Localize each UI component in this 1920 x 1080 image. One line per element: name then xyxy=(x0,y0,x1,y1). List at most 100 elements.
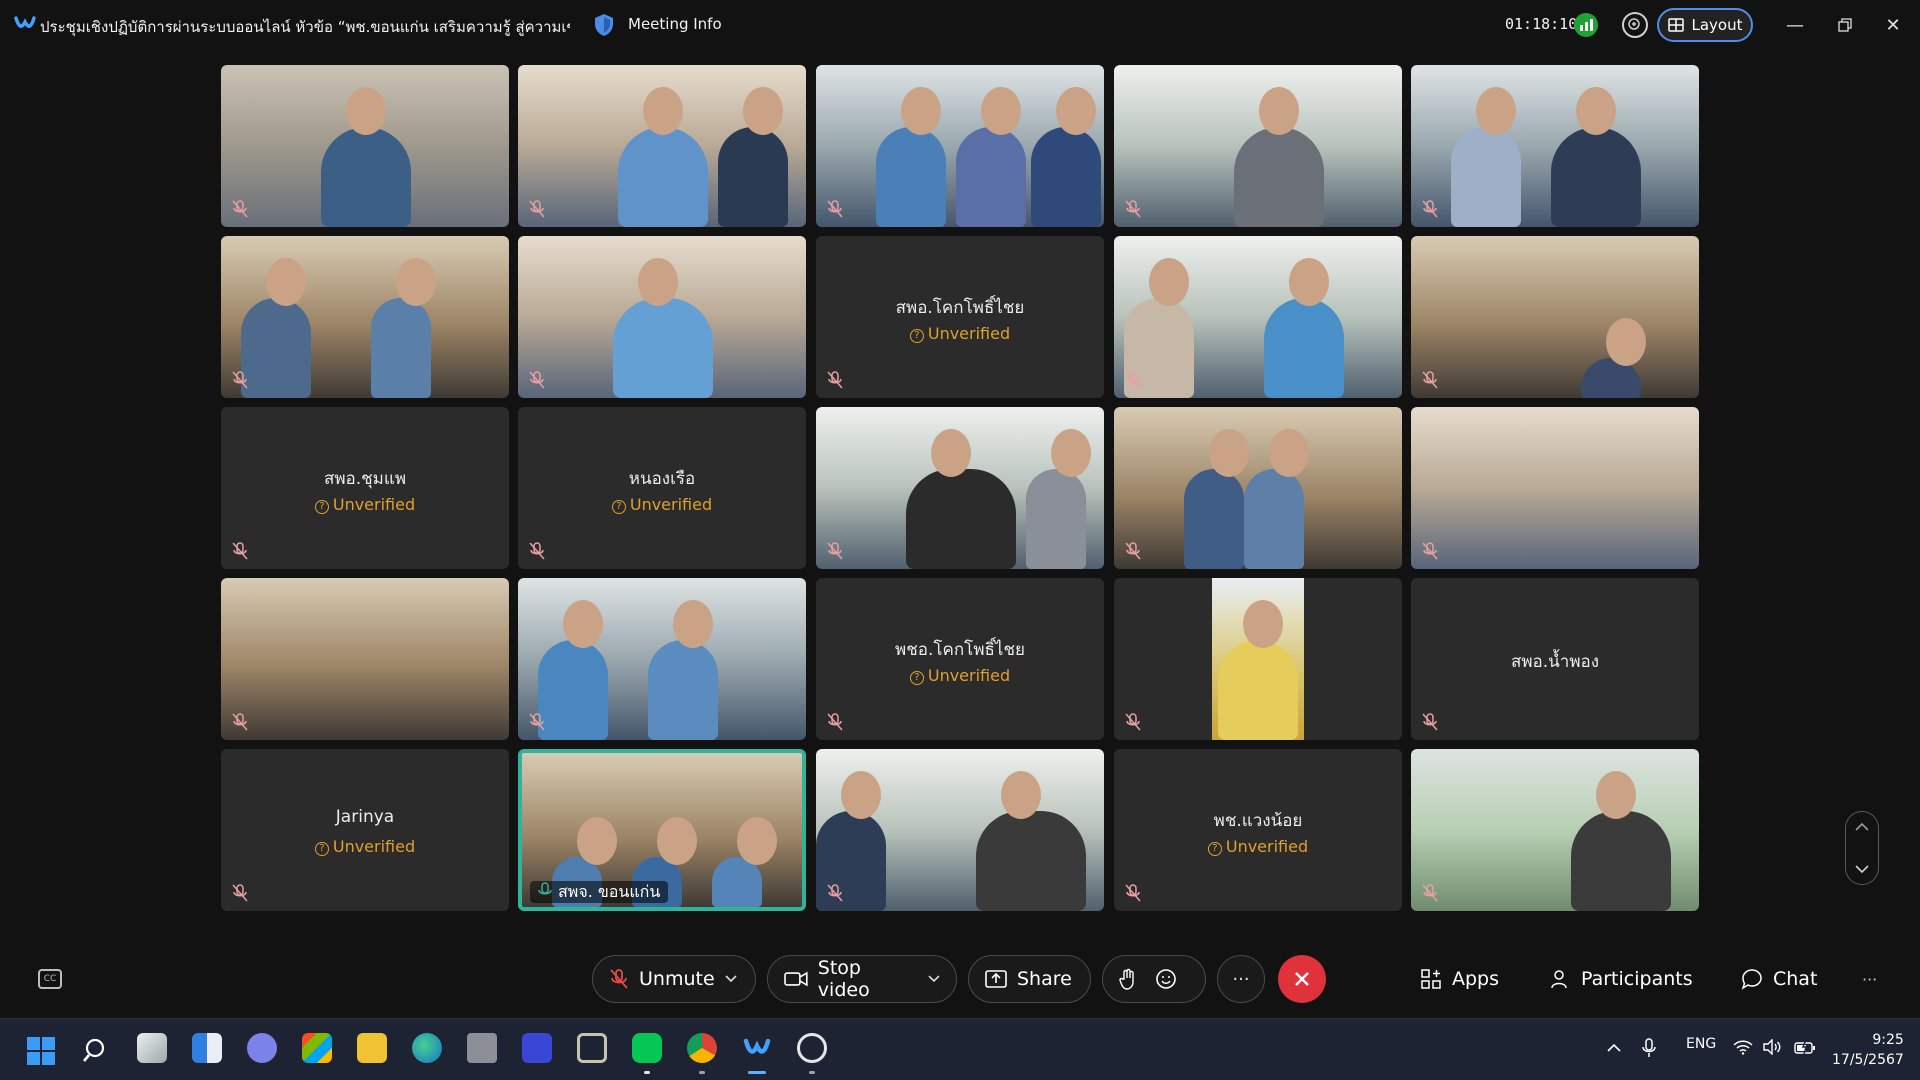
muted-mic-icon xyxy=(232,884,248,902)
teams-chat-icon[interactable] xyxy=(247,1033,277,1063)
muted-mic-icon xyxy=(827,200,843,218)
layout-button[interactable]: Layout xyxy=(1657,8,1753,42)
participant-tile[interactable] xyxy=(518,578,806,740)
chrome-browser-icon[interactable] xyxy=(687,1033,717,1063)
participant-tile[interactable] xyxy=(221,236,509,398)
participant-tile[interactable] xyxy=(1114,65,1402,227)
widgets-icon[interactable] xyxy=(192,1033,222,1063)
share-screen-icon xyxy=(985,970,1007,988)
unmute-button[interactable]: Unmute xyxy=(592,955,756,1003)
participants-button[interactable]: Participants xyxy=(1549,960,1693,998)
participant-tile[interactable]: สพอ.น้ำพอง xyxy=(1411,578,1699,740)
participant-tile[interactable] xyxy=(221,578,509,740)
share-label: Share xyxy=(1017,968,1072,990)
clock-date: 17/5/2567 xyxy=(1832,1052,1904,1068)
battery-icon[interactable] xyxy=(1794,1039,1816,1055)
participant-tile[interactable] xyxy=(221,65,509,227)
closed-captions-icon[interactable]: CC xyxy=(38,969,62,989)
participant-tile[interactable] xyxy=(816,407,1104,569)
clock-time: 9:25 xyxy=(1872,1032,1904,1048)
apps-grid-icon xyxy=(1421,969,1441,989)
share-button[interactable]: Share xyxy=(968,955,1091,1003)
windows-start-icon[interactable] xyxy=(27,1037,55,1065)
chat-button[interactable]: Chat xyxy=(1741,960,1817,998)
meeting-title: ประชุมเชิงปฏิบัติการผ่านระบบออนไลน์ หัวข… xyxy=(40,18,570,36)
participant-tile[interactable] xyxy=(1411,749,1699,911)
end-call-button[interactable] xyxy=(1278,955,1326,1003)
participant-tile[interactable] xyxy=(1114,407,1402,569)
wifi-icon[interactable] xyxy=(1733,1039,1753,1055)
meeting-info-button[interactable]: Meeting Info xyxy=(628,15,722,33)
participant-tile[interactable] xyxy=(1114,578,1402,740)
search-icon[interactable] xyxy=(82,1036,112,1066)
question-circle-icon: ? xyxy=(909,671,924,685)
grid-page-scroller[interactable] xyxy=(1845,811,1879,885)
mic-icon xyxy=(538,882,552,895)
muted-mic-icon xyxy=(529,200,545,218)
chevron-down-icon[interactable] xyxy=(725,975,737,983)
zoom-icon[interactable] xyxy=(1622,12,1648,38)
webex-logo-icon xyxy=(14,16,36,28)
webex-app-icon[interactable] xyxy=(742,1033,772,1063)
participant-tile[interactable] xyxy=(816,749,1104,911)
active-speaker-tile[interactable]: สพจ. ขอนแก่น xyxy=(518,749,806,911)
chevron-up-icon[interactable] xyxy=(1606,1043,1622,1053)
participant-tile[interactable] xyxy=(816,65,1104,227)
participant-tile[interactable] xyxy=(1411,236,1699,398)
participant-tile[interactable] xyxy=(518,236,806,398)
participant-name: สพอ.น้ำพอง xyxy=(1510,652,1600,672)
chevron-down-icon[interactable] xyxy=(928,975,940,983)
microphone-icon[interactable] xyxy=(1642,1038,1656,1058)
participant-tile[interactable]: หนองเรือ ? Unverified xyxy=(518,407,806,569)
edge-browser-icon[interactable] xyxy=(412,1033,442,1063)
emoji-reaction-icon[interactable] xyxy=(1155,968,1177,990)
participant-tile[interactable] xyxy=(1411,407,1699,569)
muted-mic-icon xyxy=(827,713,843,731)
participant-tile[interactable] xyxy=(518,65,806,227)
minimize-button[interactable]: — xyxy=(1778,8,1812,42)
chevron-up-icon[interactable] xyxy=(1854,822,1870,832)
participant-tile[interactable]: สพอ.ชุมแพ ? Unverified xyxy=(221,407,509,569)
participant-tile[interactable]: สพอ.โคกโพธิ์ไชย ? Unverified xyxy=(816,236,1104,398)
participant-tile[interactable] xyxy=(1411,65,1699,227)
system-clock[interactable]: 9:25 17/5/2567 xyxy=(1832,1030,1904,1070)
title-bar: ประชุมเชิงปฏิบัติการผ่านระบบออนไลน์ หัวข… xyxy=(0,0,1920,50)
muted-mic-icon xyxy=(232,371,248,389)
muted-mic-icon xyxy=(232,200,248,218)
microsoft-store-icon[interactable] xyxy=(302,1033,332,1063)
muted-mic-icon xyxy=(232,713,248,731)
remote-app-icon[interactable] xyxy=(522,1033,552,1063)
active-indicator xyxy=(748,1071,766,1074)
app-dial-icon[interactable] xyxy=(797,1033,827,1063)
app-shield-icon[interactable] xyxy=(467,1033,497,1063)
unmute-label: Unmute xyxy=(639,968,715,990)
participant-tile[interactable]: พชอ.โคกโพธิ์ไชย ? Unverified xyxy=(816,578,1104,740)
connection-signal-icon[interactable] xyxy=(1574,13,1598,37)
overflow-menu-button[interactable]: ··· xyxy=(1862,960,1877,998)
task-view-icon[interactable] xyxy=(137,1033,167,1063)
volume-icon[interactable] xyxy=(1762,1039,1782,1055)
line-app-icon[interactable] xyxy=(632,1033,662,1063)
participant-tile[interactable]: Jarinya ? Unverified xyxy=(221,749,509,911)
input-language[interactable]: ENG xyxy=(1686,1036,1716,1052)
raise-hand-icon[interactable] xyxy=(1119,968,1137,990)
meeting-timer: 01:18:10 xyxy=(1505,15,1578,33)
chevron-down-icon[interactable] xyxy=(1854,864,1870,874)
participant-name: พช.แวงน้อย xyxy=(1213,811,1303,831)
stop-video-button[interactable]: Stop video xyxy=(767,955,957,1003)
participant-tile[interactable]: พช.แวงน้อย ? Unverified xyxy=(1114,749,1402,911)
shield-icon[interactable] xyxy=(594,13,614,37)
apps-button[interactable]: Apps xyxy=(1420,960,1499,998)
file-explorer-icon[interactable] xyxy=(357,1033,387,1063)
app-window-icon[interactable] xyxy=(577,1033,607,1063)
participant-name: สพอ.โคกโพธิ์ไชย xyxy=(895,298,1025,318)
more-options-button[interactable]: ··· xyxy=(1217,955,1265,1003)
muted-mic-icon xyxy=(1125,542,1141,560)
muted-mic-icon xyxy=(232,542,248,560)
portrait-video xyxy=(1212,578,1304,740)
participant-name: สพอ.ชุมแพ xyxy=(323,469,407,489)
participant-name: Jarinya xyxy=(335,807,395,827)
restore-button[interactable] xyxy=(1828,8,1862,42)
participant-tile[interactable] xyxy=(1114,236,1402,398)
close-button[interactable]: ✕ xyxy=(1876,8,1910,42)
